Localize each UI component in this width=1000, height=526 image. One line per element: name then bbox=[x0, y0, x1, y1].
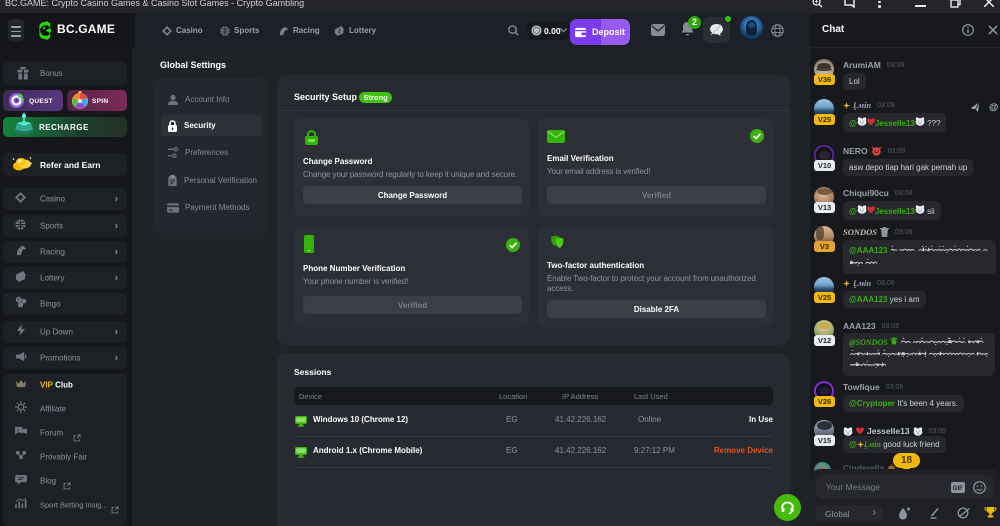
svg-text:GIF: GIF bbox=[953, 486, 963, 492]
